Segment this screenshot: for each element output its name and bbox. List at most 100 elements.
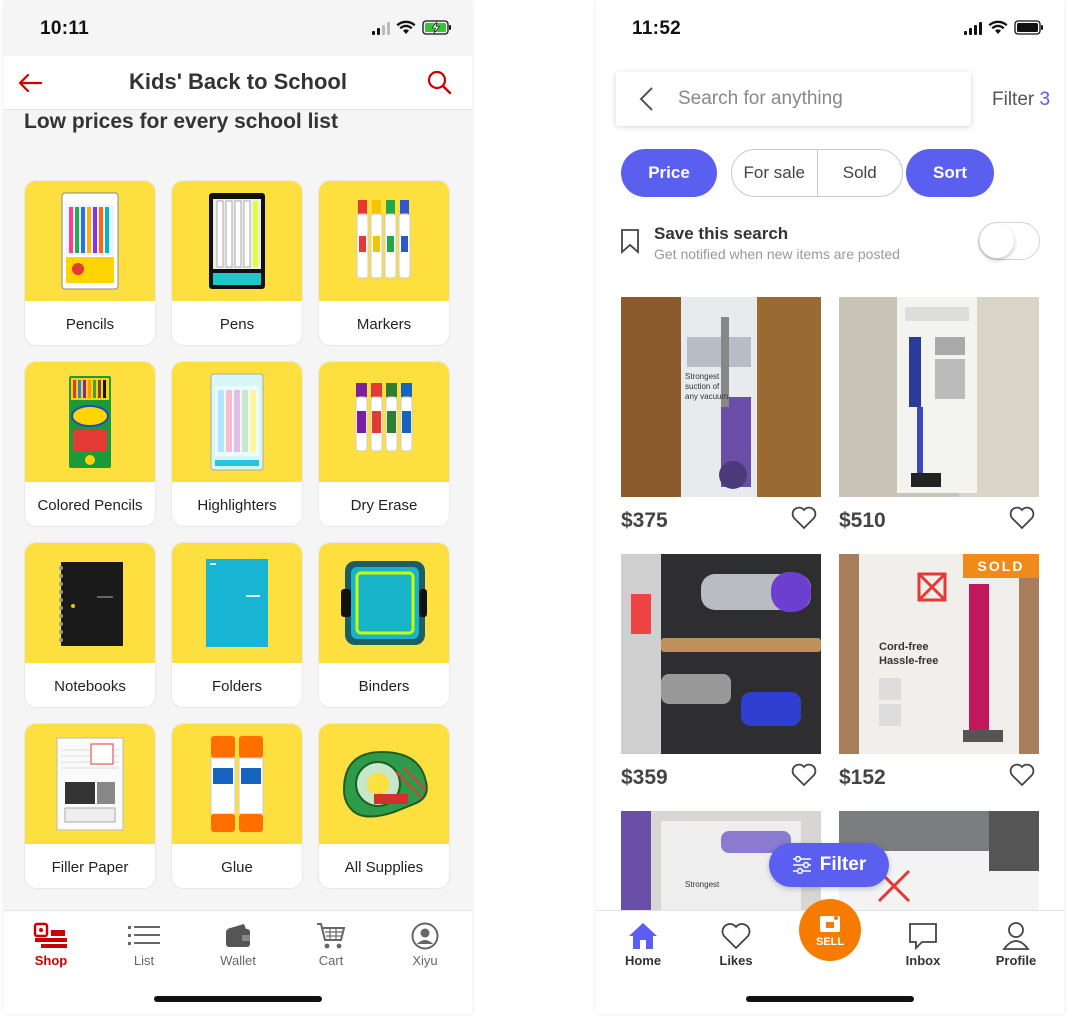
sold-badge: SOLD xyxy=(963,554,1039,578)
heart-icon[interactable] xyxy=(1009,762,1035,788)
tab-label: Shop xyxy=(34,953,68,968)
floating-filter-label: Filter xyxy=(819,854,867,875)
category-label: Glue xyxy=(221,858,253,876)
dry-erase-markers-image xyxy=(319,362,449,482)
save-search-subtitle: Get notified when new items are posted xyxy=(654,246,900,262)
category-label: Pencils xyxy=(65,315,115,333)
product-photo[interactable] xyxy=(621,554,821,754)
person-icon xyxy=(1002,922,1030,950)
product-card[interactable]: Strongest suction of any vacuum. $375 xyxy=(621,297,821,532)
category-grid: Pencils Pens Markers Colored Pencils Hig… xyxy=(24,180,452,889)
svg-text:Strongest: Strongest xyxy=(685,372,720,381)
tab-inbox[interactable]: Inbox xyxy=(888,919,958,968)
search-icon[interactable] xyxy=(426,69,452,95)
svg-text:Cord-free: Cord-free xyxy=(879,641,929,653)
floating-filter-button[interactable]: Filter xyxy=(769,843,889,887)
tab-label: Wallet xyxy=(220,953,256,968)
search-bar[interactable]: Search for anything xyxy=(616,72,971,126)
heart-icon[interactable] xyxy=(791,505,817,531)
category-tile-folders[interactable]: Folders xyxy=(171,542,303,708)
product-card[interactable]: $510 xyxy=(839,297,1039,532)
product-card[interactable]: $359 xyxy=(621,554,821,789)
product-card[interactable]: Cord-free Hassle-free SOLD $152 xyxy=(839,554,1039,789)
list-icon xyxy=(128,926,160,945)
chat-bubble-icon xyxy=(909,923,937,950)
svg-text:Strongest: Strongest xyxy=(685,880,720,889)
tab-label: Cart xyxy=(318,953,344,968)
tab-profile[interactable]: Profile xyxy=(981,919,1051,968)
home-indicator[interactable] xyxy=(154,996,322,1002)
product-price: $375 xyxy=(621,509,668,532)
category-label: Highlighters xyxy=(197,496,277,514)
price-chip[interactable]: Price xyxy=(621,149,717,197)
signal-icon xyxy=(964,21,982,35)
product-photo[interactable] xyxy=(839,297,1039,497)
folder-image xyxy=(172,543,302,663)
heart-icon[interactable] xyxy=(791,762,817,788)
battery-charging-icon xyxy=(422,20,451,35)
back-chevron-icon[interactable] xyxy=(636,86,658,112)
status-time: 11:52 xyxy=(632,18,682,39)
category-label: Binders xyxy=(358,677,410,695)
category-tile-all-supplies[interactable]: All Supplies xyxy=(318,723,450,889)
product-price: $359 xyxy=(621,766,668,789)
category-tile-pencils[interactable]: Pencils xyxy=(24,180,156,346)
category-tile-colored-pencils[interactable]: Colored Pencils xyxy=(24,361,156,527)
battery-icon xyxy=(1014,20,1043,35)
tape-dispenser-image xyxy=(319,724,449,844)
status-bar: 10:11 xyxy=(4,0,472,56)
category-label: Folders xyxy=(211,677,263,695)
signal-icon xyxy=(372,21,390,35)
category-tile-notebooks[interactable]: Notebooks xyxy=(24,542,156,708)
tab-list[interactable]: List xyxy=(109,919,179,968)
sliders-icon xyxy=(792,856,811,874)
category-label: Dry Erase xyxy=(350,496,418,514)
for-sale-option[interactable]: For sale xyxy=(732,150,817,196)
search-input[interactable]: Search for anything xyxy=(678,88,843,110)
heart-icon xyxy=(721,923,751,950)
filter-link[interactable]: Filter 3 xyxy=(992,89,1050,111)
tab-wallet[interactable]: Wallet xyxy=(203,919,273,968)
save-search-toggle[interactable] xyxy=(978,222,1040,260)
tab-shop[interactable]: Shop xyxy=(16,919,86,968)
camera-tag-icon xyxy=(820,916,840,932)
save-search-title: Save this search xyxy=(654,224,789,243)
tab-home[interactable]: Home xyxy=(608,919,678,968)
cart-icon xyxy=(317,923,346,949)
product-photo[interactable]: Cord-free Hassle-free SOLD xyxy=(839,554,1039,754)
home-indicator[interactable] xyxy=(746,996,914,1002)
sell-button[interactable]: SELL xyxy=(799,899,861,961)
category-label: Filler Paper xyxy=(51,858,129,876)
category-tile-binders[interactable]: Binders xyxy=(318,542,450,708)
category-label: All Supplies xyxy=(344,858,424,876)
product-price: $152 xyxy=(839,766,886,789)
category-tile-markers[interactable]: Markers xyxy=(318,180,450,346)
tab-label: List xyxy=(133,953,155,968)
wifi-icon xyxy=(396,20,416,34)
product-photo[interactable]: Strongest suction of any vacuum. xyxy=(621,297,821,497)
bottom-tab-bar: Home Likes SELL Inbox Profile xyxy=(596,899,1064,1014)
sold-option[interactable]: Sold xyxy=(816,150,903,196)
category-tile-highlighters[interactable]: Highlighters xyxy=(171,361,303,527)
status-icons xyxy=(964,20,1044,35)
category-label: Notebooks xyxy=(54,677,126,695)
category-tile-pens[interactable]: Pens xyxy=(171,180,303,346)
shop-icon xyxy=(33,922,67,948)
sort-chip[interactable]: Sort xyxy=(906,149,994,197)
heart-icon[interactable] xyxy=(1009,505,1035,531)
category-tile-glue[interactable]: Glue xyxy=(171,723,303,889)
binder-image xyxy=(319,543,449,663)
tab-likes[interactable]: Likes xyxy=(701,919,771,968)
tab-cart[interactable]: Cart xyxy=(296,919,366,968)
category-label: Colored Pencils xyxy=(37,496,143,514)
bookmark-icon xyxy=(621,229,639,254)
tab-label: Inbox xyxy=(905,953,941,968)
filter-count: 3 xyxy=(1039,89,1051,110)
category-tile-filler-paper[interactable]: Filler Paper xyxy=(24,723,156,889)
category-tile-dry-erase[interactable]: Dry Erase xyxy=(318,361,450,527)
filter-label: Filter xyxy=(992,89,1035,110)
tab-profile[interactable]: Xiyu xyxy=(390,919,460,968)
header: Kids' Back to School xyxy=(4,56,472,110)
colored-pencils-box-image xyxy=(25,362,155,482)
tab-label: Profile xyxy=(995,953,1037,968)
